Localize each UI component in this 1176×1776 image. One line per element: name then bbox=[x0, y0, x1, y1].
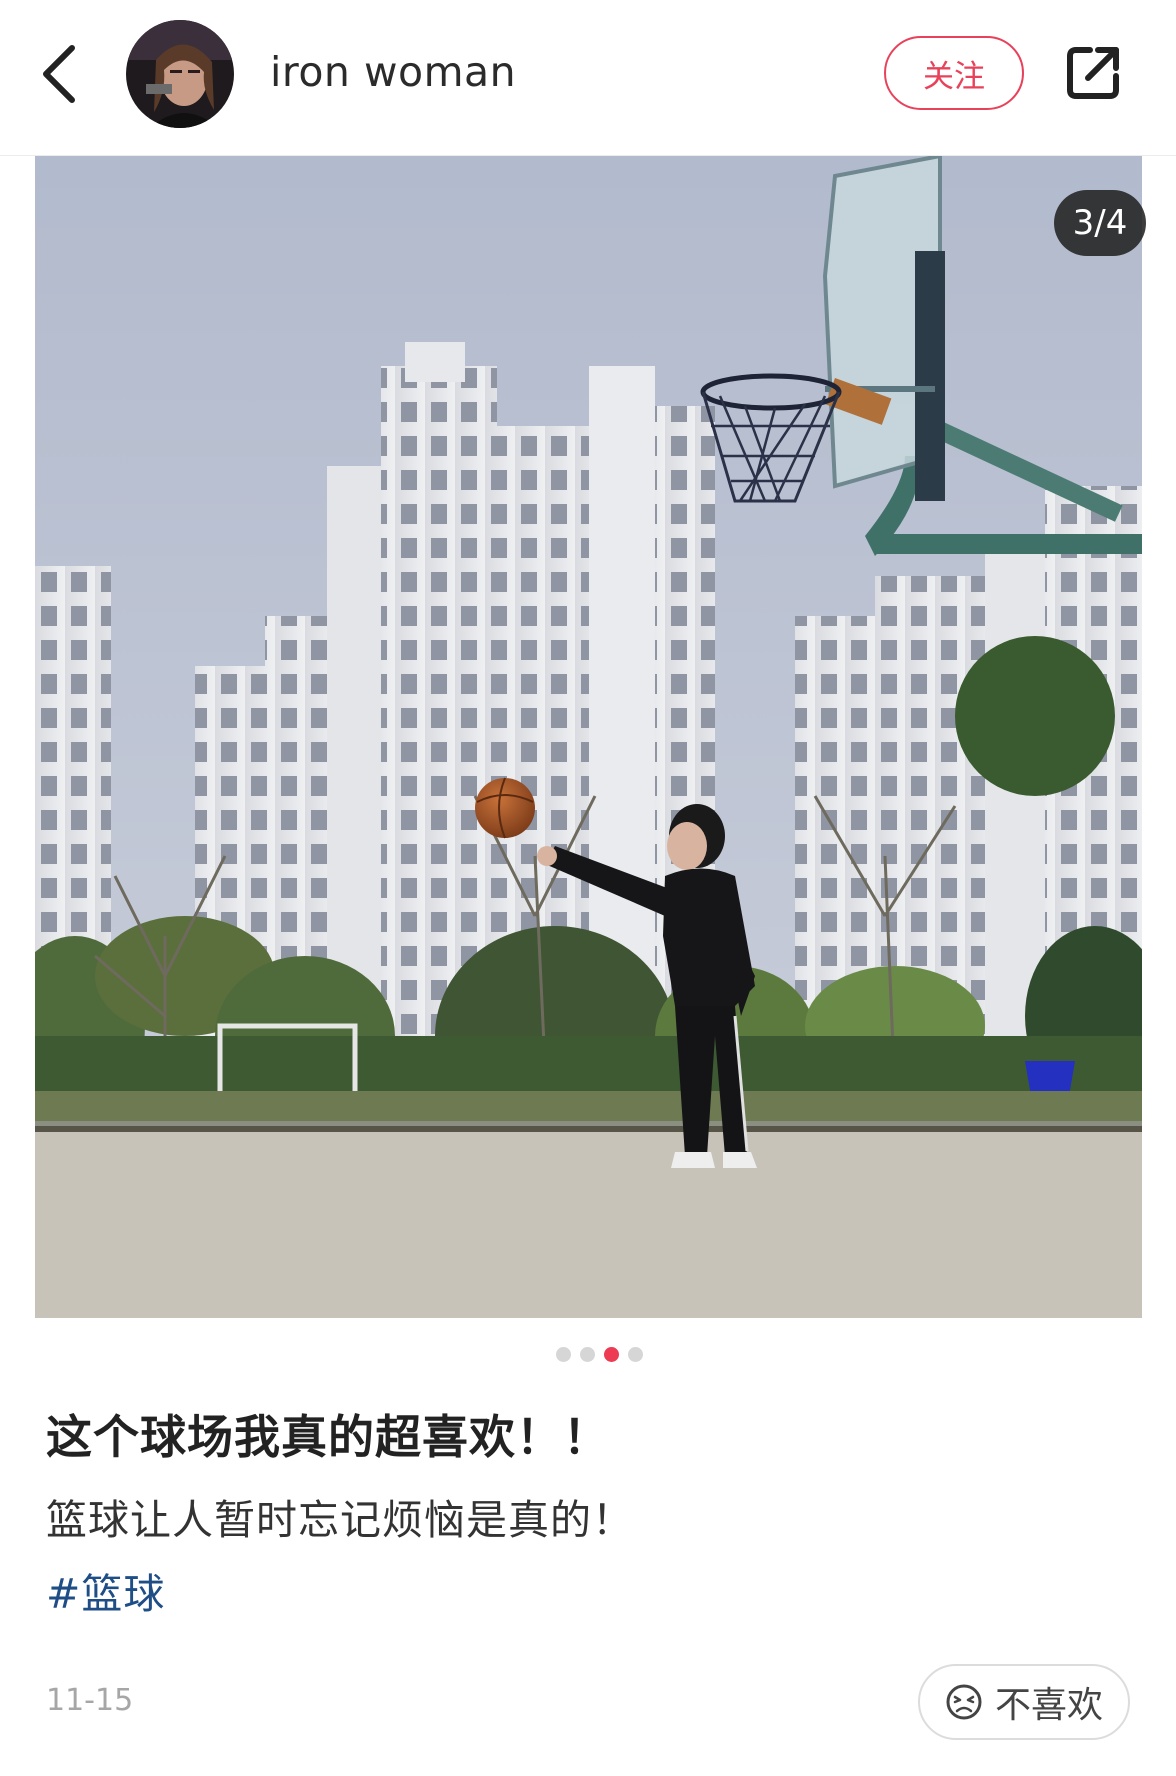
post-image[interactable] bbox=[35, 156, 1142, 1318]
author-avatar[interactable] bbox=[126, 20, 234, 128]
author-name[interactable]: iron woman bbox=[270, 44, 516, 100]
share-external-icon bbox=[1067, 47, 1119, 99]
carousel-indicator bbox=[0, 1347, 1176, 1363]
top-bar: iron woman 关注 bbox=[0, 0, 1176, 156]
chevron-left-icon bbox=[43, 45, 75, 103]
post-title: 这个球场我真的超喜欢！！ bbox=[46, 1410, 610, 1464]
carousel-dot[interactable] bbox=[627, 1347, 643, 1362]
back-button[interactable] bbox=[34, 38, 88, 108]
carousel-dot[interactable] bbox=[579, 1347, 595, 1362]
dislike-button[interactable]: 不喜欢 bbox=[918, 1664, 1130, 1740]
post-body: 篮球让人暂时忘记烦恼是真的！ bbox=[46, 1496, 634, 1544]
carousel-dot-active[interactable] bbox=[603, 1347, 619, 1362]
image-counter: 3/4 bbox=[1054, 190, 1146, 256]
carousel-dot[interactable] bbox=[555, 1347, 571, 1362]
follow-button[interactable]: 关注 bbox=[884, 36, 1024, 110]
post-detail-page: iron woman 关注 3/4 这个球场我真的超喜欢！！ 篮球让人暂时忘记烦… bbox=[0, 0, 1176, 1776]
unhappy-face-icon bbox=[946, 1684, 982, 1720]
post-date: 11-15 bbox=[46, 1683, 134, 1718]
dislike-label: 不喜欢 bbox=[994, 1685, 1103, 1726]
hashtag-link[interactable]: #篮球 bbox=[46, 1564, 165, 1624]
share-button[interactable] bbox=[1062, 40, 1126, 104]
